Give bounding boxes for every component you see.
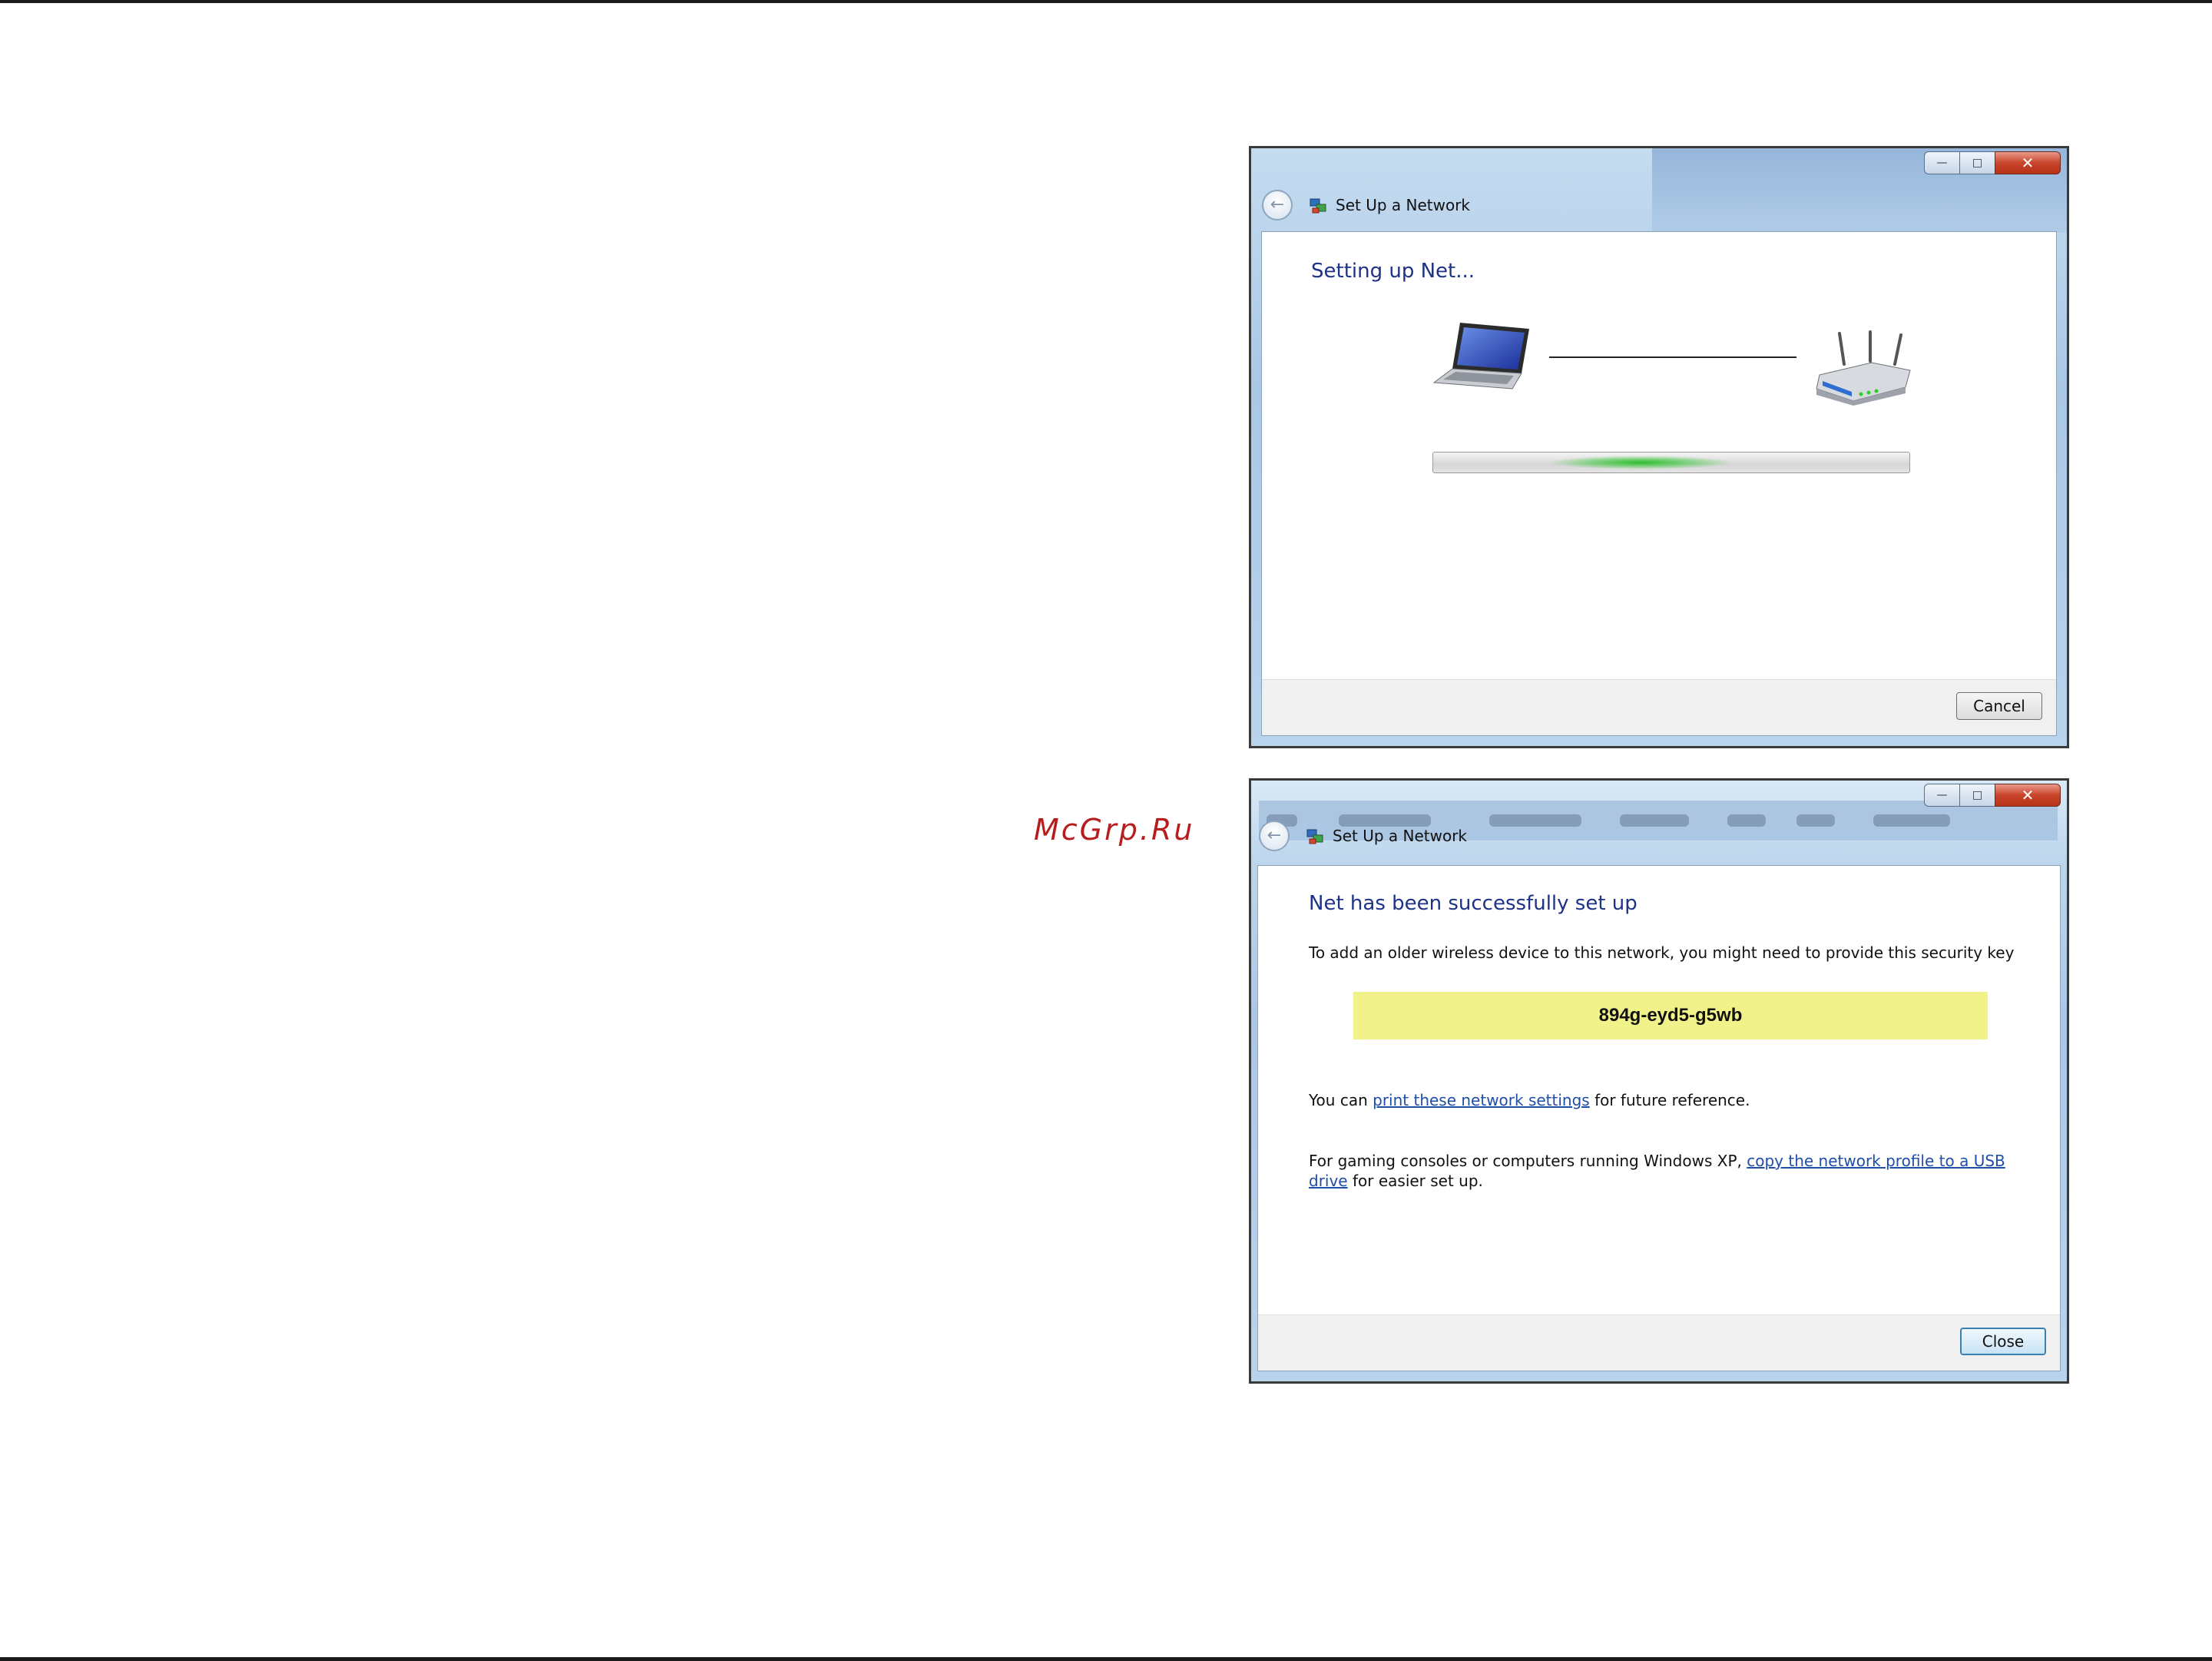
minimize-icon: —	[1936, 157, 1948, 169]
caption-buttons: — □ ✕	[1924, 784, 2061, 807]
setup-progress-bar	[1432, 452, 1910, 473]
back-button[interactable]: ←	[1259, 821, 1290, 851]
progress-marquee	[1548, 456, 1733, 469]
security-key-box: 894g-eyd5-g5wb	[1353, 992, 1988, 1039]
close-icon: ✕	[2021, 786, 2035, 804]
network-setup-icon	[1306, 829, 1323, 844]
caption-buttons: — □ ✕	[1924, 151, 2061, 174]
security-key-value: 894g-eyd5-g5wb	[1598, 1005, 1743, 1026]
maximize-icon: □	[1972, 789, 1983, 801]
connection-line	[1549, 356, 1796, 358]
setup-network-window-progress: — □ ✕ ← Set Up a Network Setting up Net.…	[1249, 146, 2069, 748]
close-window-button[interactable]: ✕	[1995, 784, 2061, 807]
window-title: Set Up a Network	[1336, 196, 1471, 214]
print-suffix: for future reference.	[1589, 1091, 1750, 1109]
wizard-content: Setting up Net... Cancel	[1261, 231, 2057, 736]
minimize-button[interactable]: —	[1924, 151, 1959, 174]
network-setup-icon	[1310, 198, 1326, 214]
print-settings-link[interactable]: print these network settings	[1373, 1091, 1590, 1109]
router-icon	[1816, 330, 1911, 406]
maximize-icon: □	[1972, 157, 1983, 169]
minimize-button[interactable]: —	[1924, 784, 1959, 807]
security-key-intro: To add an older wireless device to this …	[1309, 943, 2015, 962]
print-settings-text: You can print these network settings for…	[1309, 1090, 2046, 1110]
setup-network-window-success: — □ ✕ ← Set Up a Network Net has been su…	[1249, 778, 2069, 1384]
page-bottom-rule	[0, 1657, 2212, 1661]
maximize-button[interactable]: □	[1959, 151, 1995, 174]
wizard-content: Net has been successfully set up To add …	[1257, 865, 2061, 1371]
close-icon: ✕	[2021, 154, 2035, 172]
usb-suffix: for easier set up.	[1347, 1172, 1483, 1190]
window-title: Set Up a Network	[1333, 827, 1468, 845]
usb-profile-text: For gaming consoles or computers running…	[1309, 1151, 2015, 1191]
usb-prefix: For gaming consoles or computers running…	[1309, 1152, 1747, 1170]
wizard-heading: Setting up Net...	[1311, 260, 1475, 283]
back-arrow-icon: ←	[1270, 195, 1285, 214]
back-button[interactable]: ←	[1262, 190, 1293, 220]
maximize-button[interactable]: □	[1959, 784, 1995, 807]
back-arrow-icon: ←	[1267, 826, 1282, 845]
print-prefix: You can	[1309, 1091, 1373, 1109]
close-window-button[interactable]: ✕	[1995, 151, 2061, 174]
minimize-icon: —	[1936, 789, 1948, 801]
laptop-icon	[1432, 323, 1529, 390]
close-button[interactable]: Close	[1960, 1328, 2046, 1355]
wizard-heading: Net has been successfully set up	[1309, 892, 1637, 915]
cancel-button[interactable]: Cancel	[1956, 692, 2042, 720]
page-top-rule	[0, 0, 2212, 3]
watermark: McGrp.Ru	[1034, 813, 1195, 847]
wizard-footer: Close	[1258, 1315, 2060, 1371]
wizard-footer: Cancel	[1262, 679, 2056, 735]
